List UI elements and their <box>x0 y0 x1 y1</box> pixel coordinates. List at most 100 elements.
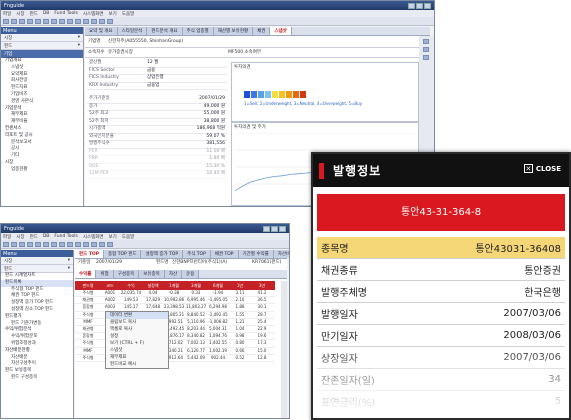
sidebar-tree-item[interactable]: 펀드 보유종목 <box>1 368 73 375</box>
maximize-icon[interactable] <box>416 2 423 9</box>
table-header-cell[interactable]: 수익 <box>119 283 143 289</box>
toolbar-button-icon[interactable] <box>35 18 41 24</box>
tab-item[interactable]: 스냅샷 <box>270 27 292 35</box>
panel-tool-icon[interactable] <box>423 55 429 60</box>
tab-item[interactable]: 펀드분석 개요 <box>147 27 183 35</box>
panel-tool-icon[interactable] <box>423 39 429 44</box>
toolbar-button-icon[interactable] <box>19 18 25 24</box>
toolbar-button-icon[interactable] <box>75 241 81 247</box>
table-header-cell[interactable]: 3년 <box>251 283 273 289</box>
menu-item[interactable]: 시스템화면 <box>83 11 104 17</box>
table-scrollbar[interactable] <box>281 281 287 418</box>
context-menu-item[interactable]: 스냅샷 <box>106 347 168 354</box>
sidebar-tree-item[interactable]: 펀드 구성종목 <box>1 375 73 382</box>
table-header-cell[interactable]: 코드 <box>101 283 119 289</box>
subtab-item[interactable]: 위험 <box>96 269 114 278</box>
menu-item[interactable]: 시스템화면 <box>83 234 104 240</box>
close-icon[interactable] <box>424 2 431 9</box>
toolbar-button-icon[interactable] <box>91 18 97 24</box>
toolbar-button-icon[interactable] <box>59 241 65 247</box>
tab-item[interactable]: 주식 업종별 <box>182 27 214 35</box>
tab-item[interactable]: 재산별 보유현황 <box>213 27 254 35</box>
sidebar-tree-item[interactable]: 수익/위험분포 <box>1 334 73 341</box>
sidebar-tree-item[interactable]: 스냅샷 <box>1 65 83 72</box>
toolbar-button-icon[interactable] <box>11 18 17 24</box>
tab-item[interactable]: 주식 TOP <box>183 250 211 258</box>
toolbar-button-icon[interactable] <box>3 18 9 24</box>
sidebar-tree-item[interactable]: 설정액 감소 TOP 펀드 <box>1 307 73 314</box>
tab-item[interactable]: 채권 TOP <box>210 250 239 258</box>
panel-tool-icon[interactable] <box>423 47 429 52</box>
sidebar-tree-item[interactable]: 자산배분현황 <box>1 348 73 355</box>
subtab-item[interactable]: 수익률 <box>75 269 97 278</box>
table-row[interactable]: 주식형 A001 22,035.74 4.04 -0.38 0.33 -1.94 3.11 41… <box>75 290 275 298</box>
table-header-cell[interactable]: 펀드명 <box>75 283 101 289</box>
sidebar-tree-item[interactable]: 설정액 증가 TOP 펀드 <box>1 300 73 307</box>
minimize-icon[interactable] <box>408 2 415 9</box>
toolbar-button-icon[interactable] <box>107 18 113 24</box>
context-menu-item[interactable]: 보기 (CTRL + F) <box>106 340 168 347</box>
toolbar-button-icon[interactable] <box>67 241 73 247</box>
context-menu-item[interactable]: 엑셀로 복사 <box>106 326 168 333</box>
toolbar-button-icon[interactable] <box>91 241 97 247</box>
sidebar-tab-market[interactable]: 시장 ▾ <box>1 34 83 42</box>
toolbar-button-icon[interactable] <box>51 241 57 247</box>
menu-item[interactable]: 펀드 <box>30 11 38 17</box>
toolbar-button-icon[interactable] <box>67 18 73 24</box>
toolbar-button-icon[interactable] <box>75 18 81 24</box>
tab-item[interactable]: 설정액 증가 TOP <box>141 250 184 258</box>
tab-item[interactable]: 채권 <box>253 27 271 35</box>
menu-item[interactable]: 도움말 <box>122 11 134 17</box>
toolbar-button-icon[interactable] <box>35 241 41 247</box>
sidebar-tree-item[interactable]: 컨센서스 <box>1 126 83 133</box>
toolbar-button-icon[interactable] <box>43 18 49 24</box>
toolbar-button-icon[interactable] <box>99 241 105 247</box>
menu-item[interactable]: 시장 <box>16 234 24 240</box>
menu-item[interactable]: 도움말 <box>122 234 134 240</box>
context-menu-item[interactable]: 데이터 변환 <box>106 312 168 319</box>
sidebar-tab-fund[interactable]: 펀드 ▾ <box>1 265 73 273</box>
toolbar-button-icon[interactable] <box>27 241 33 247</box>
menu-item[interactable]: 파일 <box>3 11 11 17</box>
sidebar-tree-item[interactable]: 기타 <box>1 153 83 160</box>
sidebar-tab-fund[interactable]: 펀드 ▾ <box>1 42 83 50</box>
toolbar-button-icon[interactable] <box>27 18 33 24</box>
tab-item[interactable]: 종합 TOP 펀드 <box>104 250 142 258</box>
toolbar-button-icon[interactable] <box>3 241 9 247</box>
sidebar-tree-item[interactable]: 위험조정성과 <box>1 341 73 348</box>
toolbar-button-icon[interactable] <box>83 241 89 247</box>
subtab-item[interactable]: 보유종목 <box>139 269 165 278</box>
minimize-icon[interactable] <box>263 225 270 232</box>
menu-item[interactable]: Fund Tools <box>54 11 77 16</box>
tab-item[interactable]: 자산비 <box>273 250 289 258</box>
menu-item[interactable]: 시장 <box>16 11 24 17</box>
toolbar-button-icon[interactable] <box>11 241 17 247</box>
context-menu-item[interactable]: 재무제표 <box>106 354 168 361</box>
sidebar-tree-item[interactable]: 시장 <box>1 160 83 167</box>
menu-item[interactable]: DB <box>43 11 50 16</box>
subtab-item[interactable]: 자산 <box>164 269 183 278</box>
toolbar-button-icon[interactable] <box>19 241 25 247</box>
menu-item[interactable]: 펀드 <box>30 234 38 240</box>
sidebar-tree-item[interactable]: 펀드자료 <box>1 85 83 92</box>
table-header-cell[interactable]: 3개월 <box>185 283 207 289</box>
menu-item[interactable]: Fund Tools <box>54 234 77 239</box>
sidebar-tree-item[interactable]: 리포트 및 공시 <box>1 133 83 140</box>
sidebar-tree-item[interactable]: 재무비율 <box>1 119 83 126</box>
sidebar-tab-market[interactable]: 시장 ▾ <box>1 257 73 265</box>
menu-item[interactable]: 보기 <box>109 11 117 17</box>
sidebar-tree-item[interactable]: 기업비즈 <box>1 92 83 99</box>
table-header-cell[interactable]: 1개월 <box>163 283 185 289</box>
close-icon[interactable] <box>279 225 286 232</box>
sidebar-tree-item[interactable]: 펀드목록 <box>1 279 73 287</box>
sidebar-tree-item[interactable]: 펀드평가 <box>1 314 73 321</box>
tab-item[interactable]: 펀드 TOP <box>75 250 105 258</box>
maximize-icon[interactable] <box>271 225 278 232</box>
table-header-cell[interactable]: 6개월 <box>207 283 229 289</box>
sidebar-tree-item[interactable]: 경영 사본식 <box>1 99 83 106</box>
popup-close-button[interactable]: ✕ CLOSE <box>523 164 561 173</box>
sidebar-tree-item[interactable]: 업종현황 <box>1 167 83 174</box>
tab-item[interactable]: 요약 및 개요 <box>85 27 118 35</box>
table-row[interactable]: 채권형 A002 149.53 17,829 10,992.86 6,995.46 -1,4… <box>75 297 275 305</box>
toolbar-button-icon[interactable] <box>51 18 57 24</box>
